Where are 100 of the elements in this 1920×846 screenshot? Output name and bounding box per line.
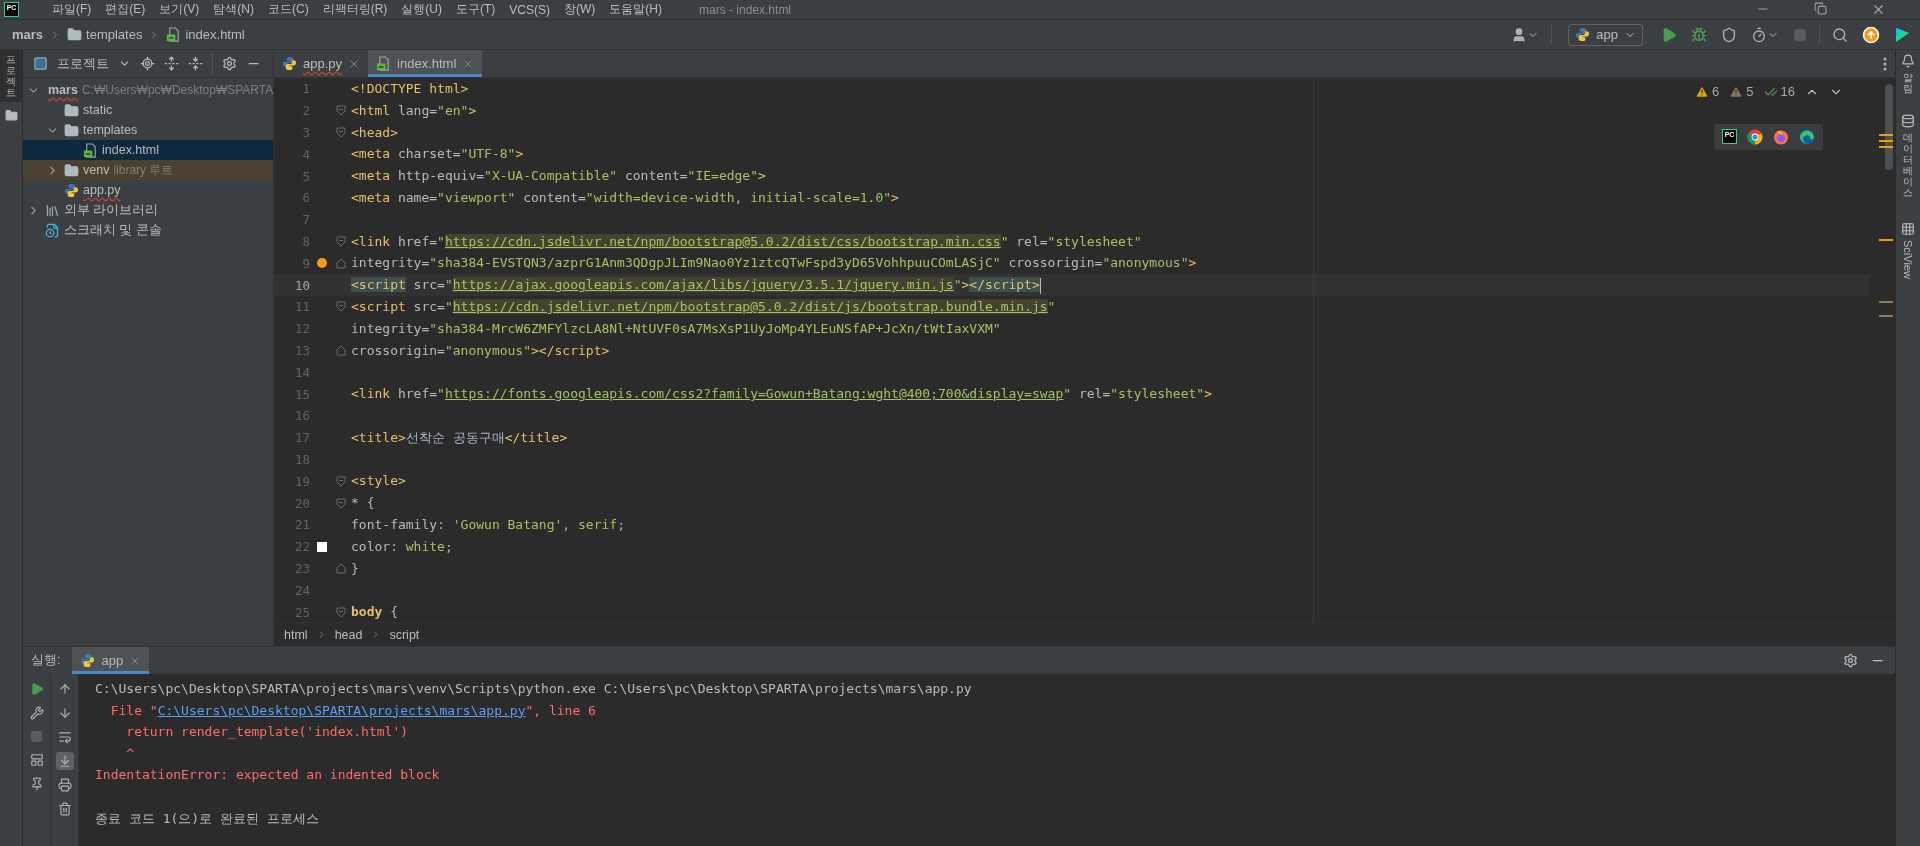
scrollbar-thumb[interactable]: [1885, 84, 1893, 170]
collapse-all-icon[interactable]: [188, 56, 203, 71]
tree-label: app.py: [83, 183, 121, 197]
tool-window-button[interactable]: SciView: [1901, 222, 1915, 279]
window-title: mars - index.html: [699, 2, 792, 17]
tree-row[interactable]: mars C:₩Users₩pc₩Desktop₩SPARTA: [23, 80, 273, 100]
library-icon: [45, 202, 60, 218]
tree-row[interactable]: 스크래치 및 콘솔: [23, 220, 273, 240]
restore-icon[interactable]: [1814, 2, 1827, 15]
debug-icon: [1691, 26, 1707, 43]
console-line: C:\Users\pc\Desktop\SPARTA\projects\mars\venv\Scripts\python.exe C:\Users\pc\Desktop\SPARTA\projects\mars\app.py: [95, 680, 973, 698]
code-line: <!DOCTYPE html>: [351, 80, 469, 98]
tool-window-button[interactable]: 데이터베이스: [1901, 114, 1915, 198]
console-line: 종료 코드 1(으)로 완료된 프로세스: [95, 809, 320, 828]
line-number: 9: [301, 255, 310, 271]
tree-hint: library 루트: [113, 161, 174, 179]
inspection-counter[interactable]: 16: [1763, 84, 1795, 99]
code-line: integrity="sha384-EVSTQN3/azprG1Anm3QDgpJLIm9Nao0Yz1ztcQTwFspd3yD65VohhpuuCOmLASjC" crossorigin="anonymous">: [351, 254, 1197, 273]
folder-icon: [67, 27, 83, 42]
file-link[interactable]: C:\Users\pc\Desktop\SPARTA\projects\mars\app.py: [157, 702, 526, 718]
folder-icon: [64, 162, 79, 178]
path-item[interactable]: html: [284, 627, 308, 642]
trash-icon: [57, 802, 72, 816]
line-number: 7: [301, 212, 310, 228]
path-item[interactable]: script: [389, 627, 420, 642]
menu-item[interactable]: VCS(S): [502, 2, 557, 17]
tree-row[interactable]: 외부 라이브러리: [23, 200, 273, 220]
python-file-icon: [1575, 27, 1591, 42]
line-number: 18: [293, 451, 310, 467]
breadcrumb-item[interactable]: index.html: [166, 27, 245, 42]
menu-item[interactable]: 편집(E): [98, 1, 153, 18]
fold-end-icon[interactable]: [336, 562, 346, 574]
bulb-icon[interactable]: [316, 257, 328, 270]
fold-icon[interactable]: [336, 105, 346, 117]
inspection-counter[interactable]: 6: [1695, 84, 1720, 99]
menu-item[interactable]: 코드(C): [261, 1, 316, 18]
tree-row[interactable]: index.html: [23, 140, 273, 160]
settings-icon[interactable]: [1843, 653, 1858, 668]
menu-item[interactable]: 보기(V): [152, 1, 207, 18]
html-file-icon: [376, 56, 392, 71]
tree-row[interactable]: static: [23, 100, 273, 120]
locate-icon[interactable]: [140, 56, 155, 71]
fold-icon[interactable]: [336, 475, 346, 487]
console-line: return render_template('index.html'): [125, 723, 410, 742]
folder-icon[interactable]: [4, 109, 18, 122]
run-panel-title: 실행:: [31, 652, 61, 669]
tool-window-button[interactable]: 알림: [1901, 54, 1915, 94]
line-number: 22: [293, 539, 310, 555]
folder-icon: [64, 122, 79, 138]
run-tab[interactable]: app: [72, 647, 150, 674]
code-line: <link href="https://cdn.jsdelivr.net/npm/bootstrap@5.0.2/dist/css/bootstrap.min.css" rel="stylesheet": [351, 232, 1142, 251]
tree-row[interactable]: app.py: [23, 180, 273, 200]
tab-label: index.html: [397, 56, 457, 71]
run-config-dropdown[interactable]: app: [1568, 23, 1643, 46]
inspection-counter[interactable]: 5: [1729, 84, 1754, 99]
fold-icon[interactable]: [336, 497, 346, 509]
fold-end-icon[interactable]: [336, 344, 346, 356]
database-icon: [1901, 114, 1915, 128]
fold-end-icon[interactable]: [336, 257, 346, 269]
menu-item[interactable]: 파일(F): [45, 1, 99, 18]
close-icon[interactable]: [1871, 2, 1886, 17]
path-item[interactable]: head: [334, 627, 363, 642]
fold-icon[interactable]: [336, 127, 346, 138]
html-file-icon: [83, 142, 98, 158]
menu-item[interactable]: 실행(U): [394, 1, 449, 18]
fold-icon[interactable]: [336, 235, 346, 247]
tree-row[interactable]: templates: [23, 120, 273, 140]
menu-item[interactable]: 도움말(H): [602, 1, 669, 18]
line-number: 6: [301, 190, 310, 206]
chrome-icon[interactable]: [1747, 129, 1763, 145]
menu-item[interactable]: 탐색(N): [206, 1, 261, 18]
console-line: ^: [125, 744, 136, 763]
line-number: 12: [293, 321, 310, 337]
editor-tab[interactable]: app.py: [274, 50, 369, 77]
menu-item[interactable]: 리팩터링(R): [315, 1, 395, 18]
panel-title[interactable]: 프로젝트: [57, 54, 109, 73]
scroll-end-button[interactable]: [55, 752, 74, 770]
edge-icon[interactable]: [1799, 129, 1815, 145]
expand-all-icon[interactable]: [164, 56, 179, 71]
more-icon[interactable]: [1883, 56, 1887, 71]
menu-item[interactable]: 창(W): [557, 1, 603, 18]
code-line: <script src="https://cdn.jsdelivr.net/npm/bootstrap@5.0.2/dist/js/bootstrap.bundle.min.js": [351, 297, 1056, 316]
breadcrumb-item[interactable]: mars: [12, 27, 44, 42]
code-line: color: white;: [351, 537, 453, 556]
tool-window-button[interactable]: 프로젝트: [0, 50, 22, 102]
tree-label: mars: [48, 83, 78, 97]
console-line: File "C:\Users\pc\Desktop\SPARTA\projects\mars\app.py", line 6: [109, 701, 597, 720]
breadcrumb-item[interactable]: templates: [67, 27, 143, 42]
panel-icon: [33, 56, 48, 71]
tree-row[interactable]: venv library 루트: [23, 160, 273, 180]
firefox-icon[interactable]: [1773, 129, 1789, 145]
fold-icon[interactable]: [336, 301, 346, 313]
menu-item[interactable]: 도구(T): [449, 1, 503, 18]
line-number: 1: [301, 81, 310, 97]
fold-icon[interactable]: [336, 606, 346, 618]
color-swatch-icon: [317, 541, 327, 552]
editor-tab[interactable]: index.html: [368, 50, 483, 77]
wrench-icon: [29, 706, 44, 720]
settings-icon[interactable]: [222, 56, 237, 71]
code-line: <link href="https://fonts.googleapis.com/css2?family=Gowun+Batang:wght@400;700&display=swap" rel="stylesheet">: [351, 385, 1212, 404]
